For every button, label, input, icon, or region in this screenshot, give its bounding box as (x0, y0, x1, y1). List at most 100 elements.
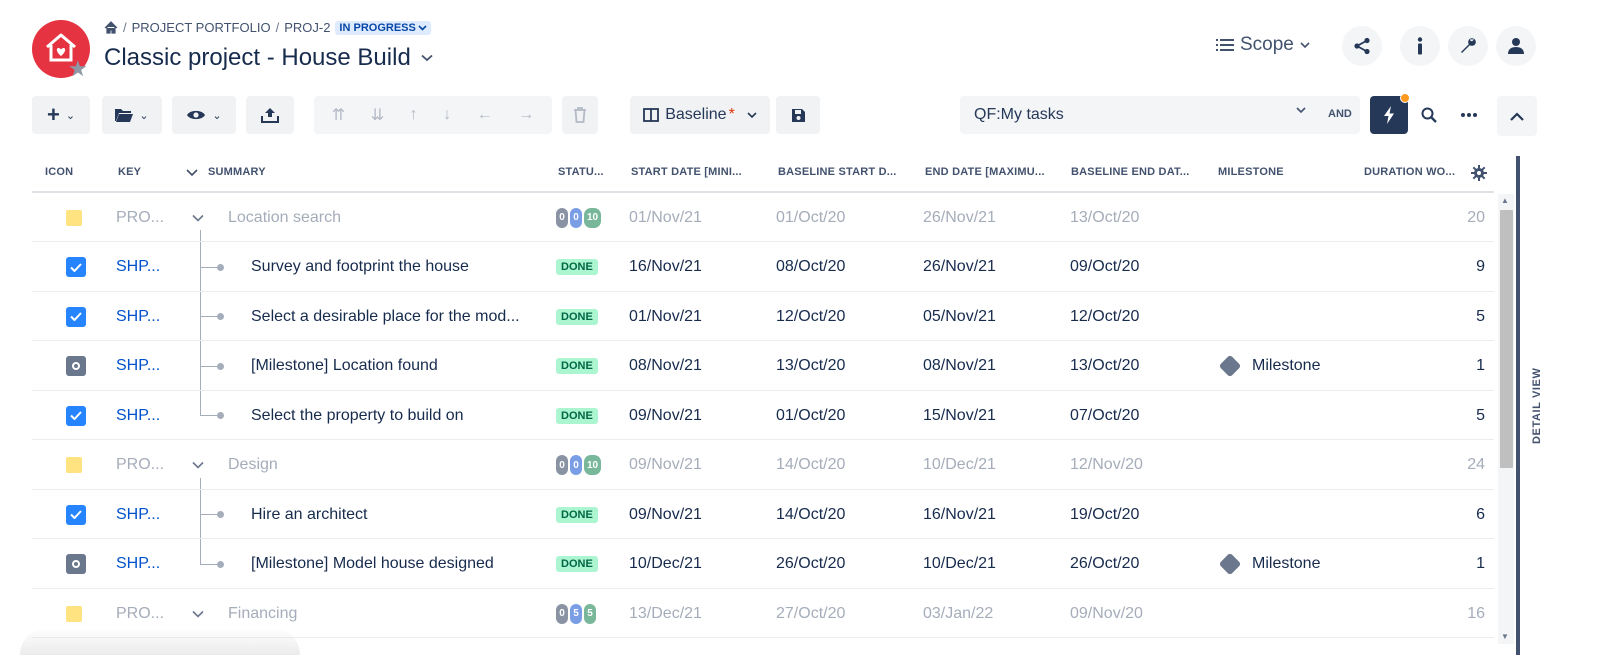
summary-cell[interactable]: [Milestone] Location found (251, 342, 438, 391)
home-icon[interactable] (104, 21, 118, 34)
settings-button[interactable] (1448, 26, 1488, 66)
chevron-down-icon[interactable] (186, 168, 198, 176)
start-date-cell[interactable]: 01/Nov/21 (629, 193, 702, 242)
start-date-cell[interactable]: 13/Dec/21 (629, 589, 702, 638)
detail-view-toggle[interactable]: DETAIL VIEW (1531, 368, 1543, 444)
start-date-cell[interactable]: 09/Nov/21 (629, 490, 702, 539)
table-row[interactable]: SHP... [Milestone] Location found DONE 08/N… (32, 342, 1494, 391)
summary-cell[interactable]: Survey and footprint the house (251, 243, 469, 292)
end-date-cell[interactable]: 26/Nov/21 (923, 193, 996, 242)
breadcrumb-project-key[interactable]: PROJ-2 (284, 20, 330, 35)
duration-cell[interactable]: 24 (1412, 441, 1485, 490)
column-header-key[interactable]: KEY (118, 166, 141, 178)
collapse-header-button[interactable] (1497, 96, 1537, 136)
column-header-status[interactable]: STATU... (558, 166, 604, 178)
end-date-cell[interactable]: 10/Dec/21 (923, 441, 996, 490)
table-row-parent[interactable]: PRO... Location search 0 0 10 01/Nov/21 01/Oct… (32, 193, 1494, 242)
detail-view-divider[interactable] (1516, 156, 1520, 655)
table-row[interactable]: SHP... Select a desirable place for the m… (32, 292, 1494, 341)
end-date-cell[interactable]: 05/Nov/21 (923, 292, 996, 341)
add-button[interactable]: + ⌄ (32, 96, 90, 134)
table-row[interactable]: SHP... [Milestone] Model house designed DO… (32, 540, 1494, 589)
expand-toggle[interactable] (192, 193, 204, 242)
end-date-cell[interactable]: 03/Jan/22 (923, 589, 993, 638)
status-badge-done[interactable]: DONE (556, 358, 598, 374)
quick-filter-select[interactable]: QF:My tasks AND (960, 96, 1360, 134)
column-header-baseline-start[interactable]: BASELINE START D... (778, 166, 897, 178)
duration-cell[interactable]: 9 (1412, 243, 1485, 292)
save-button[interactable] (776, 96, 820, 134)
status-badge[interactable]: IN PROGRESS (335, 20, 431, 35)
table-row[interactable]: SHP... Hire an architect DONE 09/Nov/21 14/O… (32, 490, 1494, 539)
move-bottom-icon[interactable]: ⇊ (371, 105, 384, 125)
table-row-parent[interactable]: PRO... Design 0 0 10 09/Nov/21 14/Oct/20 10/Dec… (32, 441, 1494, 490)
delete-button[interactable] (562, 96, 598, 134)
duration-cell[interactable]: 16 (1412, 589, 1485, 638)
duration-cell[interactable]: 1 (1412, 342, 1485, 391)
status-badge-done[interactable]: DONE (556, 407, 598, 424)
summary-cell[interactable]: Location search (228, 193, 341, 242)
scroll-down-arrow-icon[interactable]: ▼ (1501, 632, 1509, 641)
page-title[interactable]: Classic project - House Build (104, 44, 433, 72)
favorite-star-icon[interactable]: ★ (68, 58, 88, 80)
start-date-cell[interactable]: 16/Nov/21 (629, 243, 702, 292)
summary-cell[interactable]: Hire an architect (251, 490, 368, 539)
move-top-icon[interactable]: ⇈ (332, 105, 345, 125)
start-date-cell[interactable]: 09/Nov/21 (629, 441, 702, 490)
issue-key-link[interactable]: SHP... (116, 292, 160, 341)
start-date-cell[interactable]: 10/Dec/21 (629, 540, 702, 589)
duration-cell[interactable]: 1 (1412, 540, 1485, 589)
status-badge-done[interactable]: DONE (556, 556, 598, 572)
summary-cell[interactable]: Design (228, 441, 278, 490)
issue-key-link[interactable]: SHP... (116, 391, 160, 440)
column-header-start-date[interactable]: START DATE [MINI... (631, 166, 742, 178)
duration-cell[interactable]: 20 (1412, 193, 1485, 242)
issue-key-link[interactable]: SHP... (116, 243, 160, 292)
end-date-cell[interactable]: 10/Dec/21 (923, 540, 996, 589)
column-header-end-date[interactable]: END DATE [MAXIMU... (925, 166, 1045, 178)
gear-icon[interactable] (1471, 165, 1487, 181)
status-badge-done[interactable]: DONE (556, 259, 598, 275)
column-header-duration[interactable]: DURATION WO... (1364, 166, 1455, 178)
column-header-summary[interactable]: SUMMARY (186, 166, 266, 178)
end-date-cell[interactable]: 16/Nov/21 (923, 490, 996, 539)
issue-key-link[interactable]: PRO... (116, 441, 164, 490)
end-date-cell[interactable]: 15/Nov/21 (923, 391, 996, 440)
issue-key-link[interactable]: SHP... (116, 490, 160, 539)
end-date-cell[interactable]: 08/Nov/21 (923, 342, 996, 391)
expand-toggle[interactable] (192, 441, 204, 490)
quick-filters-button[interactable] (1370, 93, 1410, 134)
and-toggle[interactable]: AND (1328, 108, 1352, 120)
start-date-cell[interactable]: 01/Nov/21 (629, 292, 702, 341)
duration-cell[interactable]: 5 (1412, 292, 1485, 341)
project-logo[interactable]: ★ (32, 20, 90, 80)
breadcrumb-portfolio[interactable]: PROJECT PORTFOLIO (132, 20, 271, 35)
more-button[interactable] (1450, 96, 1488, 134)
status-badge-done[interactable]: DONE (556, 506, 598, 523)
move-down-icon[interactable]: ↓ (443, 106, 451, 124)
scrollbar-thumb[interactable] (1500, 210, 1513, 468)
summary-cell[interactable]: [Milestone] Model house designed (251, 540, 494, 589)
column-header-milestone[interactable]: MILESTONE (1218, 166, 1284, 178)
issue-key-link[interactable]: SHP... (116, 342, 160, 391)
issue-key-link[interactable]: SHP... (116, 540, 160, 589)
column-header-icon[interactable]: ICON (45, 166, 73, 178)
export-button[interactable] (246, 96, 294, 134)
start-date-cell[interactable]: 08/Nov/21 (629, 342, 702, 391)
summary-cell[interactable]: Select a desirable place for the mod... (251, 292, 520, 341)
indent-icon[interactable]: → (518, 106, 534, 124)
baseline-dropdown[interactable]: Baseline * (630, 96, 770, 134)
end-date-cell[interactable]: 26/Nov/21 (923, 243, 996, 292)
user-button[interactable] (1496, 26, 1536, 66)
view-button[interactable]: ⌄ (172, 96, 236, 134)
share-button[interactable] (1342, 26, 1382, 66)
summary-cell[interactable]: Select the property to build on (251, 391, 464, 440)
search-button[interactable] (1410, 96, 1448, 134)
scroll-up-arrow-icon[interactable]: ▲ (1501, 196, 1509, 205)
status-badge-done[interactable]: DONE (556, 308, 598, 325)
outdent-icon[interactable]: ← (477, 106, 493, 124)
table-row[interactable]: SHP... Select the property to build on DON… (32, 391, 1494, 440)
column-header-baseline-end[interactable]: BASELINE END DAT... (1071, 166, 1190, 178)
milestone-cell[interactable]: Milestone (1218, 540, 1320, 589)
start-date-cell[interactable]: 09/Nov/21 (629, 391, 702, 440)
